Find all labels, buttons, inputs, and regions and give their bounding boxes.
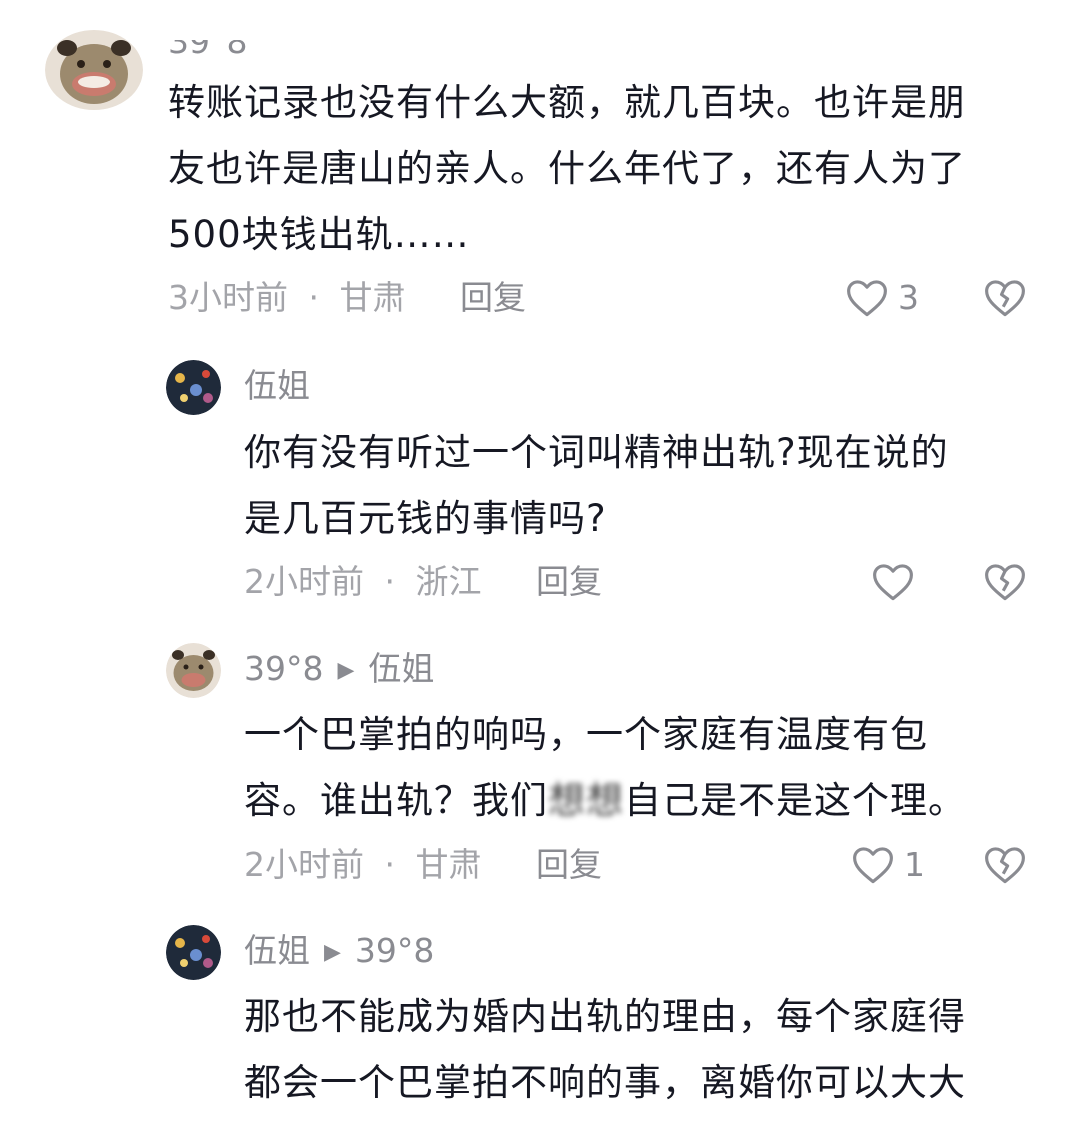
reply-button[interactable]: 回复 [536,562,602,601]
comment-meta: 2小时前 · 浙江 回复 [244,562,602,602]
broken-heart-icon [985,564,1025,601]
meta-separator: · [384,562,396,601]
comment-text: 那也不能成为婚内出轨的理由，每个家庭得 都会一个巴掌拍不响的事，离婚你可以大大 [244,995,966,1104]
comment-author-partial[interactable]: 39°8 [168,40,248,62]
avatar-398[interactable] [45,30,143,110]
broken-heart-icon [985,847,1025,884]
comment-time: 3小时前 [168,278,288,317]
avatar-398[interactable] [166,643,221,698]
dislike-button[interactable] [984,845,1026,889]
reply-button[interactable]: 回复 [536,845,602,884]
meta-separator: · [384,845,396,884]
comment-meta: 2小时前 · 甘肃 回复 [244,845,602,885]
comment-time: 2小时前 [244,845,364,884]
dislike-button[interactable] [984,278,1026,322]
like-button[interactable]: 3 [846,278,919,318]
reply-to-name: 39°8 [354,931,435,970]
comment-author-name: 39°8 [244,649,324,688]
heart-outline-icon [847,280,887,317]
comment-author-name: 伍姐 [244,931,310,970]
heart-outline-icon [853,847,893,884]
reply-button[interactable]: 回复 [460,278,526,317]
comment-meta: 3小时前 · 甘肃 回复 [168,278,526,318]
like-button[interactable]: 1 [852,845,925,885]
meta-separator: · [308,278,320,317]
comment-author[interactable]: 伍姐 [244,366,310,406]
like-count: 3 [898,278,919,317]
avatar-wujie[interactable] [166,925,221,980]
reply-to-name: 伍姐 [368,649,435,688]
heart-outline-icon [873,564,913,601]
comment-location: 浙江 [415,562,482,601]
comment-location: 甘肃 [415,845,482,884]
like-button[interactable] [872,562,914,602]
comment-location: 甘肃 [339,278,406,317]
comment-author[interactable]: 39°8 ▶ 伍姐 [244,649,434,691]
comment-time: 2小时前 [244,562,364,601]
like-count: 1 [904,845,925,884]
comment-author[interactable]: 伍姐 ▶ 39°8 [244,931,434,973]
broken-heart-icon [985,280,1025,317]
dislike-button[interactable] [984,562,1026,606]
comment-text: 转账记录也没有什么大额，就几百块。也许是朋 友也许是唐山的亲人。什么年代了，还有… [168,81,966,256]
comment-text: 一个巴掌拍的响吗，一个家庭有温度有包 容。谁出轨？我们想想自己是不是这个理。 [244,713,966,822]
avatar-wujie[interactable] [166,360,221,415]
play-arrow-icon: ▶ [324,940,341,965]
comment-text: 你有没有听过一个词叫精神出轨?现在说的 是几百元钱的事情吗? [244,431,949,540]
play-arrow-icon: ▶ [337,658,355,683]
obscured-text: 想想 [548,779,624,822]
